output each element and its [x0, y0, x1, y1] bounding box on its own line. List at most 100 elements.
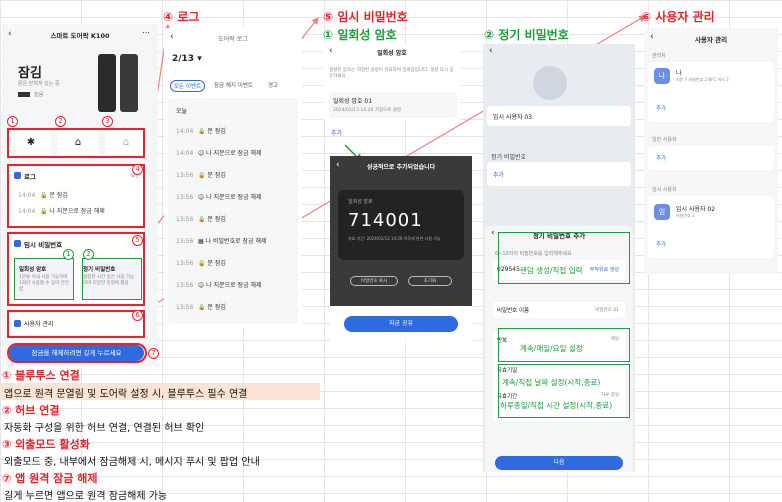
copy-button[interactable]: 비밀번호 복사 [350, 276, 398, 286]
highlight-pw-input [498, 232, 630, 284]
marker-green-1: 1 [63, 249, 74, 260]
log-row: 13:56 🔒 문 잠김 [176, 260, 226, 267]
time-note: 하루종일/직접 시간 설정(시작,종료) [500, 401, 613, 410]
reset-button[interactable]: 초기화 [408, 276, 452, 286]
filter-warning[interactable]: 경고 [268, 81, 278, 89]
admin-name: 나 [676, 70, 682, 77]
temp-user-sub: 비밀번호 1 [676, 213, 695, 218]
regular-add-row[interactable]: 추가 [487, 162, 631, 186]
admin-avatar: 나 [654, 68, 670, 84]
marker-3: 3 [102, 116, 113, 127]
marker-green-2: 2 [83, 249, 94, 260]
onetime-screen: ‹ 일회성 암호 생성된 암호는 지정된 설정이 유효하며 일회용입니다. 생성… [323, 44, 461, 120]
pw-name-value: 비밀번호 01 [595, 308, 619, 313]
share-now-button[interactable]: 지금 공유 [344, 316, 458, 332]
lock-status-sub: 문은 닫혀져 있는 중 [18, 81, 60, 87]
highlight-regular [82, 258, 142, 300]
header-log: ④ 로그 [163, 10, 200, 24]
marker-1: 1 [7, 116, 18, 127]
admin-label: 관리자 [652, 53, 666, 59]
lock-image-front [98, 54, 116, 112]
battery-icon [18, 92, 30, 97]
onetime-entry-time: 2024/02/13 14:20 지정으로 설정 [333, 108, 402, 113]
log-list: 오늘 14:04 🔒 문 잠김 14:04 ☺ 나 지문으로 잠금 해제 13:56… [168, 98, 298, 324]
popup-title: 성공적으로 추가되었습니다 [366, 164, 436, 171]
normal-label: 일반 사용자 [652, 137, 677, 143]
marker-5: 5 [132, 235, 143, 246]
random-note: 랜덤 생성/직접 입력 [520, 266, 583, 275]
log-row: 13:56 🔒 문 잠김 [176, 216, 226, 223]
filter-all[interactable]: 모든 이벤트 [170, 80, 206, 92]
log-row: 13:56 🔒 문 잠김 [176, 304, 226, 311]
highlight-icons [7, 128, 145, 158]
valid-note: 계속/직접 날짜 설정(시작,종료) [502, 378, 601, 387]
code-card: 일회성 암호 714001 유효 기간: 2024/02/13 14:20 이후… [338, 190, 464, 260]
onetime-desc: 생성된 암호는 지정된 설정이 유효하며 일회용입니다. 생성 즉시 공유하세요… [329, 68, 454, 79]
note-title-remote: ⑦ 앱 원격 잠금 해제 [2, 472, 98, 485]
users-title: 사용자 관리 [694, 36, 728, 44]
pw-name-label: 비밀번호 이름 [497, 308, 530, 314]
repeat-note: 계속/매일/요일 설정 [520, 344, 583, 353]
header-temp-password: ⑤ 임시 비밀번호 [323, 10, 408, 24]
note-body-remote: 길게 누르면 앱으로 원격 잠금해제 가능 [4, 491, 168, 502]
back-icon[interactable]: ‹ [489, 46, 493, 56]
onetime-add-link[interactable]: 추가 [331, 128, 342, 137]
onetime-entry[interactable]: 일회성 암호 01 2024/02/13 14:20 지정으로 설정 [329, 92, 457, 118]
highlight-log [7, 164, 145, 228]
temp-avatar: 임 [654, 204, 670, 220]
log-row: 14:04 ☺ 나 지문으로 잠금 해제 [176, 150, 262, 157]
code-value: 714001 [348, 210, 423, 231]
log-row: 13:56 ▦ 나 비밀번호로 잠금 해제 [176, 238, 267, 245]
note-body-away: 외출모드 중, 내부에서 잠금해제 시, 메시지 푸시 및 팝업 안내 [4, 457, 260, 468]
normal-card: 추가 [648, 146, 774, 170]
battery-label: 높음 [34, 92, 44, 98]
code-note: 유효 기간: 2024/02/13 14:20 이후에 한번 사용 가능 [348, 236, 441, 241]
header-onetime: ① 일회성 암호 [323, 28, 397, 42]
today-label: 오늘 [176, 108, 188, 115]
admin-add[interactable]: 추가 [656, 104, 666, 112]
temp-card: 임 임시 사용자 02 비밀번호 1 추가 [648, 196, 774, 258]
date-selector[interactable]: 2/13 ▾ [172, 54, 202, 64]
temp-user-name[interactable]: 임시 사용자 02 [676, 204, 715, 213]
highlight-unlock [7, 343, 147, 363]
temp-label: 임시 사용자 [652, 187, 677, 193]
marker-7: 7 [148, 348, 159, 359]
admin-sub: 지문 7 비밀번호 2 NFC 카드 2 [676, 77, 729, 82]
regular-user-name: 임시 사용자 03 [493, 114, 533, 121]
log-row: 13:56 ☺ 나 지문으로 잠금 해제 [176, 194, 262, 201]
more-icon[interactable]: ⋯ [142, 28, 150, 37]
onetime-popup: ‹ 성공적으로 추가되었습니다 일회성 암호 714001 유효 기간: 202… [330, 156, 472, 342]
regular-section-title: 정기 비밀번호 [491, 154, 527, 161]
user-row: 임시 사용자 03 [487, 106, 631, 126]
onetime-entry-title: 일회성 암호 01 [333, 98, 373, 105]
next-button[interactable]: 다음 [495, 456, 623, 470]
filter-unlock[interactable]: 잠금 해지 이벤트 [214, 81, 253, 89]
users-screen: ‹ 사용자 관리 관리자 나 나 지문 7 비밀번호 2 NFC 카드 2 추가… [644, 28, 778, 274]
header-regular: ② 정기 비밀번호 [484, 28, 569, 42]
header-user-mgmt: ⑥ 사용자 관리 [641, 10, 715, 24]
note-title-away: ③ 외출모드 활성화 [2, 438, 90, 451]
marker-4: 4 [132, 164, 143, 175]
regular-add-link[interactable]: 추가 [493, 170, 504, 179]
device-title: 스마트 도어락 K100 [50, 32, 110, 40]
log-row: 13:56 🔒 문 잠김 [176, 172, 226, 179]
marker-2: 2 [55, 116, 66, 127]
marker-6: 6 [132, 310, 143, 321]
log-row: 14:04 🔒 문 잠김 [176, 128, 226, 135]
lock-image-back [120, 54, 138, 112]
note-body-hub: 자동화 구성을 위한 허브 연결, 연결된 허브 확인 [4, 423, 205, 434]
onetime-title: 일회성 암호 [377, 50, 407, 57]
code-label: 일회성 암호 [348, 199, 373, 205]
logs-title: 도어락 로그 [218, 36, 248, 43]
note-title-bluetooth: ① 블루투스 연결 [2, 369, 80, 382]
share-sheet: 지금 공유 [330, 306, 472, 342]
logs-screen: ‹ 도어락 로그 2/13 ▾ 모든 이벤트 잠금 해지 이벤트 경고 오늘 1… [164, 28, 302, 328]
highlight-onetime [14, 258, 74, 300]
highlight-user [7, 310, 145, 338]
normal-add[interactable]: 추가 [656, 154, 666, 162]
note-title-hub: ② 허브 연결 [2, 404, 60, 417]
lock-status: 잠김 [18, 66, 42, 81]
temp-add[interactable]: 추가 [656, 240, 666, 248]
log-row: 13:56 ☺ 나 지문으로 잠금 해제 [176, 282, 262, 289]
pw-name-row[interactable]: 비밀번호 이름 비밀번호 01 [493, 302, 625, 318]
